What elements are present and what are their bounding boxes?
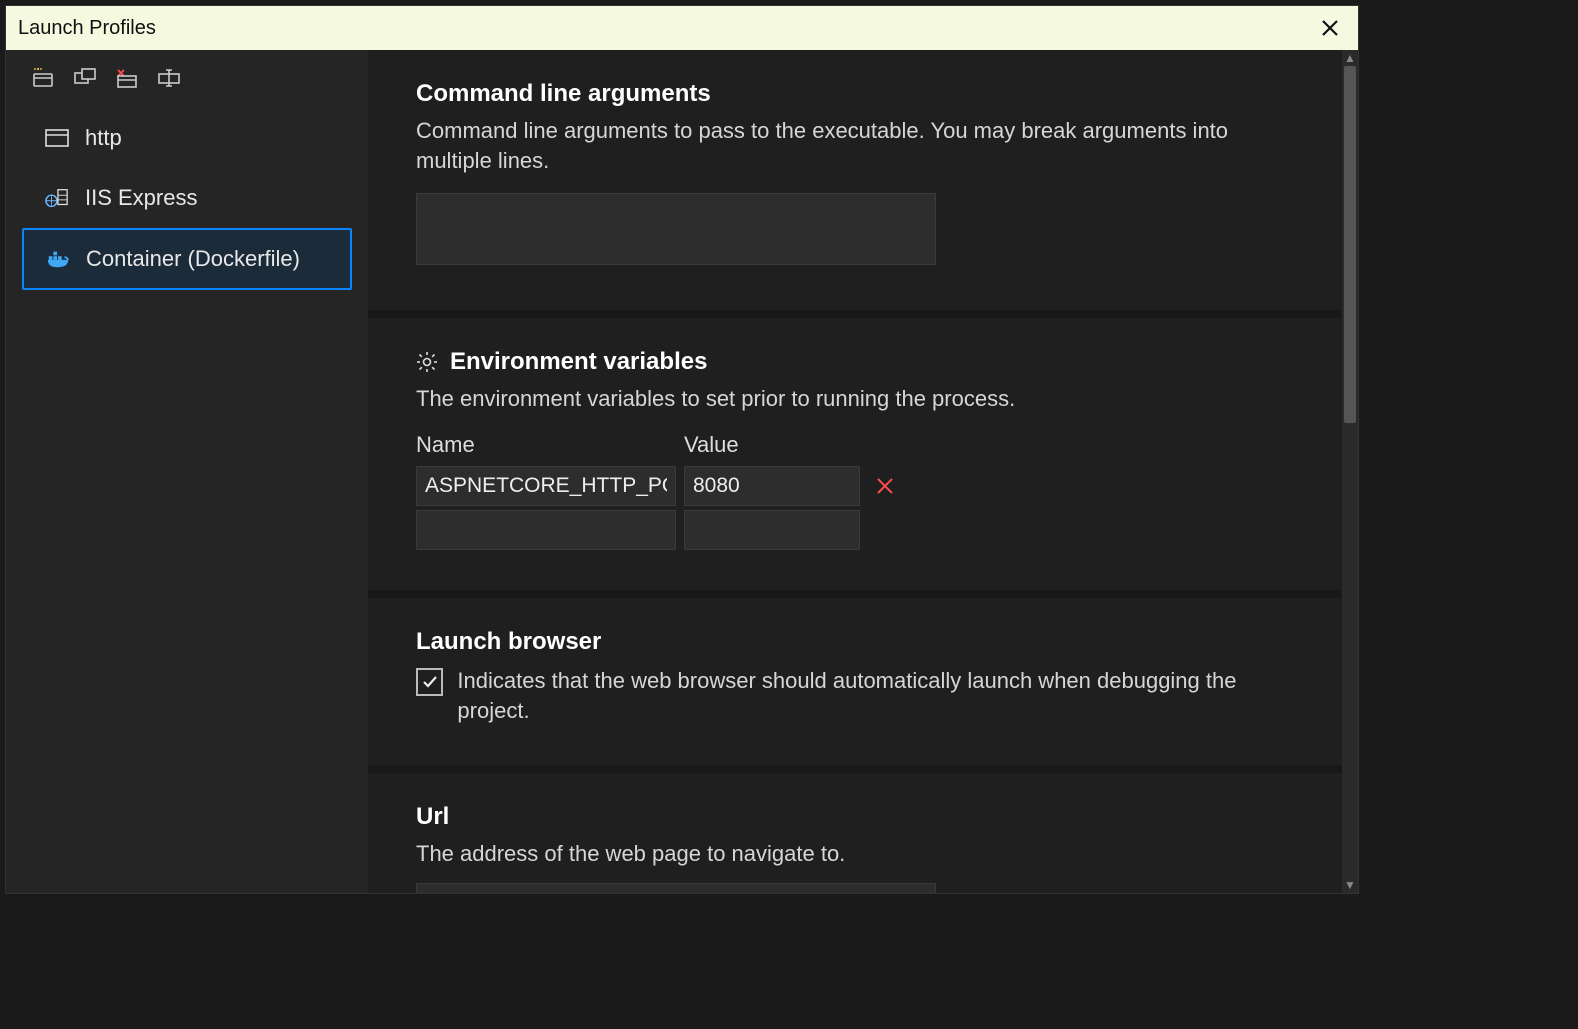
section-title: Launch browser xyxy=(416,628,601,656)
env-value-input[interactable] xyxy=(684,466,860,506)
window-icon xyxy=(45,126,69,150)
content-area: Command line arguments Command line argu… xyxy=(368,50,1358,893)
profile-item-container-dockerfile[interactable]: Container (Dockerfile) xyxy=(22,228,352,290)
section-title: Command line arguments xyxy=(416,80,711,108)
titlebar: Launch Profiles xyxy=(6,6,1358,50)
delete-row-button[interactable] xyxy=(868,477,902,495)
scroll-track[interactable] xyxy=(1342,66,1358,877)
new-profile-button[interactable] xyxy=(32,66,56,90)
section-title: Environment variables xyxy=(450,348,707,376)
launch-browser-checkbox[interactable] xyxy=(416,668,443,696)
url-input[interactable] xyxy=(416,883,936,893)
profile-label: Container (Dockerfile) xyxy=(86,246,300,272)
scroll-pane: Command line arguments Command line argu… xyxy=(368,50,1342,893)
env-header: Name Value xyxy=(416,428,1294,462)
profile-item-iis-express[interactable]: IIS Express xyxy=(22,168,352,228)
profile-label: IIS Express xyxy=(85,185,197,211)
env-row xyxy=(416,466,1294,506)
section-description: The environment variables to set prior t… xyxy=(416,384,1294,414)
dialog-body: http IIS Express xyxy=(6,50,1358,893)
duplicate-profile-button[interactable] xyxy=(74,66,98,90)
profile-item-http[interactable]: http xyxy=(22,108,352,168)
dialog-title: Launch Profiles xyxy=(18,17,156,40)
section-description: The address of the web page to navigate … xyxy=(416,839,1294,869)
env-row-empty xyxy=(416,510,1294,550)
profile-label: http xyxy=(85,125,122,151)
delete-profile-button[interactable] xyxy=(116,66,140,90)
gear-icon xyxy=(416,351,438,373)
scroll-down-button[interactable]: ▼ xyxy=(1344,877,1356,893)
section-url: Url The address of the web page to navig… xyxy=(368,773,1342,893)
rename-profile-button[interactable] xyxy=(158,66,182,90)
profile-list: http IIS Express xyxy=(6,104,368,294)
command-line-args-input[interactable] xyxy=(416,193,936,265)
section-launch-browser: Launch browser Indicates that the web br… xyxy=(368,598,1342,773)
scroll-up-button[interactable]: ▲ xyxy=(1344,50,1356,66)
section-environment-variables: Environment variables The environment va… xyxy=(368,318,1342,598)
sidebar: http IIS Express xyxy=(6,50,368,893)
env-header-value: Value xyxy=(684,432,860,458)
docker-icon xyxy=(46,247,70,271)
section-title: Url xyxy=(416,803,449,831)
iis-icon xyxy=(45,186,69,210)
launch-profiles-dialog: Launch Profiles xyxy=(5,5,1359,894)
section-description: Command line arguments to pass to the ex… xyxy=(416,116,1294,175)
env-name-input[interactable] xyxy=(416,466,676,506)
section-command-line-arguments: Command line arguments Command line argu… xyxy=(368,50,1342,318)
env-header-name: Name xyxy=(416,432,676,458)
sidebar-toolbar xyxy=(6,56,368,104)
env-var-table: Name Value xyxy=(416,428,1294,550)
env-value-input-empty[interactable] xyxy=(684,510,860,550)
env-name-input-empty[interactable] xyxy=(416,510,676,550)
scroll-thumb[interactable] xyxy=(1344,66,1356,423)
close-button[interactable] xyxy=(1314,18,1346,38)
vertical-scrollbar[interactable]: ▲ ▼ xyxy=(1342,50,1358,893)
launch-browser-label: Indicates that the web browser should au… xyxy=(457,666,1294,725)
